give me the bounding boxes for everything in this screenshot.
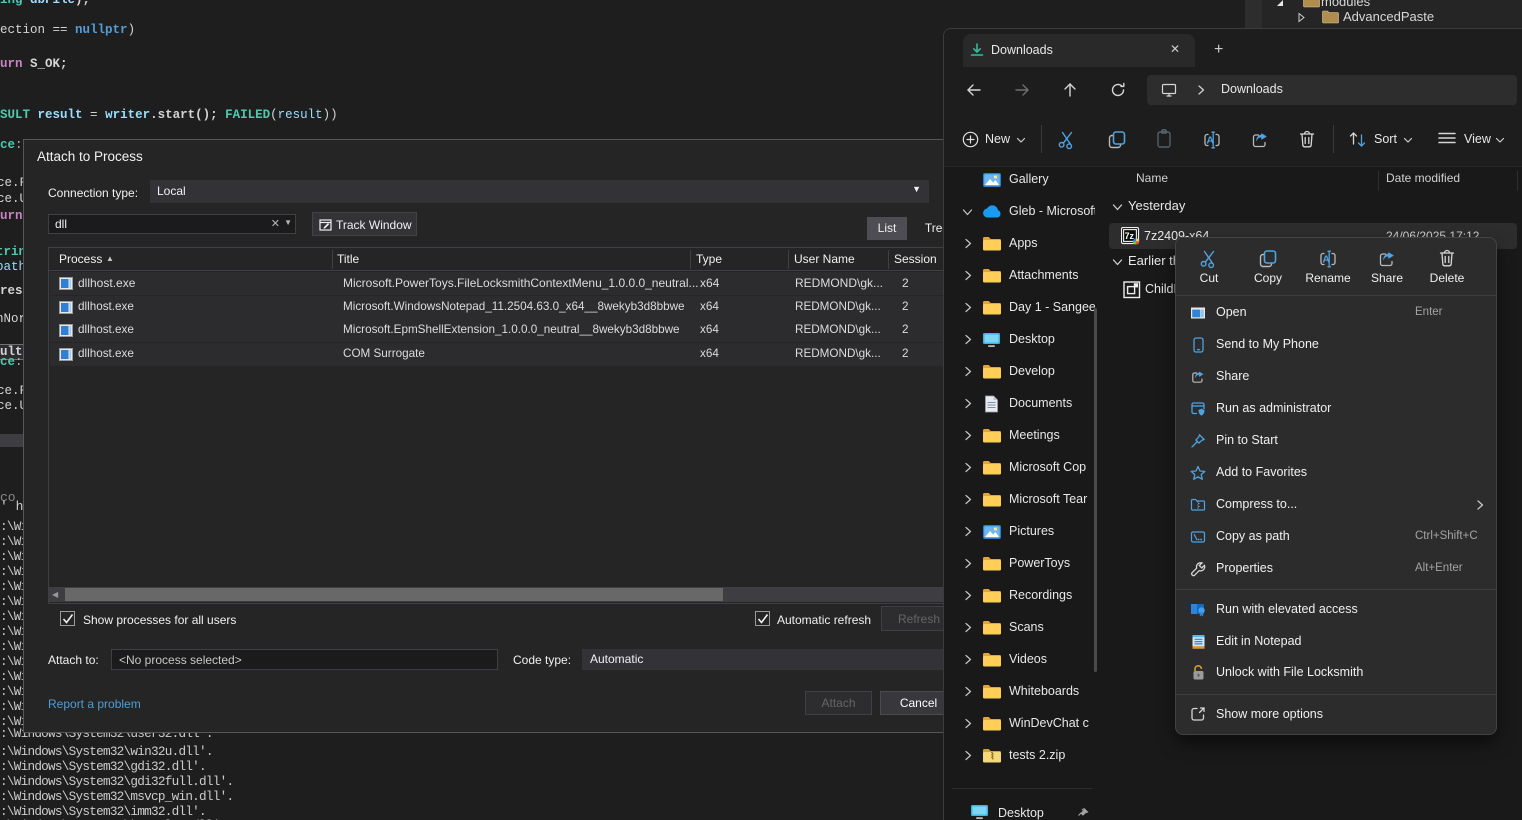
svg-text:7z: 7z [1125,231,1135,241]
